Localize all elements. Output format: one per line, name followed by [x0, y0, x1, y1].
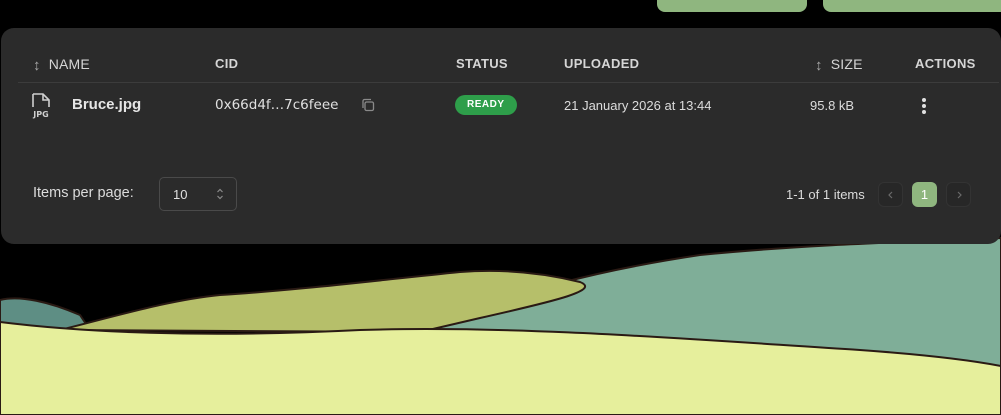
uploaded-date: 21 January 2026 at 13:44	[564, 98, 712, 113]
updown-chevron-icon	[217, 188, 223, 200]
app-stage: ↕ NAME CID STATUS UPLOADED ↕ SIZE ACTIONS …	[0, 0, 1001, 415]
status-badge: READY	[455, 95, 517, 115]
column-header-name[interactable]: ↕ NAME	[33, 56, 90, 74]
column-header-status: STATUS	[456, 56, 508, 71]
column-header-name-label: NAME	[48, 56, 90, 72]
table-header: ↕ NAME CID STATUS UPLOADED ↕ SIZE ACTIONS	[18, 44, 999, 83]
sort-arrows-icon: ↕	[33, 57, 41, 74]
top-action-button-1[interactable]	[657, 0, 807, 12]
copy-icon[interactable]	[361, 98, 375, 112]
chevron-left-icon	[888, 191, 893, 199]
column-header-actions: ACTIONS	[915, 56, 976, 71]
next-page-button[interactable]	[946, 182, 971, 207]
previous-page-button[interactable]	[878, 182, 903, 207]
files-table-panel: ↕ NAME CID STATUS UPLOADED ↕ SIZE ACTIONS …	[1, 28, 1001, 244]
jpg-file-icon: JPG	[32, 93, 50, 119]
column-header-uploaded: UPLOADED	[564, 56, 640, 71]
file-name[interactable]: Bruce.jpg	[72, 96, 141, 113]
pagination-range: 1-1 of 1 items	[786, 187, 865, 202]
items-per-page-label: Items per page:	[33, 185, 134, 201]
row-actions-button[interactable]	[915, 93, 933, 117]
column-header-size-label: SIZE	[830, 56, 863, 72]
current-page-button[interactable]: 1	[912, 182, 937, 207]
chevron-right-icon	[957, 191, 962, 199]
file-size: 95.8 kB	[810, 98, 855, 113]
column-header-cid: CID	[215, 56, 239, 71]
sort-arrows-icon: ↕	[815, 57, 823, 74]
column-header-size[interactable]: ↕ SIZE	[815, 56, 863, 74]
items-per-page-select[interactable]: 10	[159, 177, 237, 211]
items-per-page-value: 10	[173, 187, 188, 202]
file-cid: 0x66d4f…7c6feee	[215, 97, 339, 113]
table-row[interactable]: JPG Bruce.jpg 0x66d4f…7c6feee READY 21 J…	[18, 84, 999, 128]
file-type-label: JPG	[32, 110, 48, 119]
top-action-button-2[interactable]	[823, 0, 1001, 12]
